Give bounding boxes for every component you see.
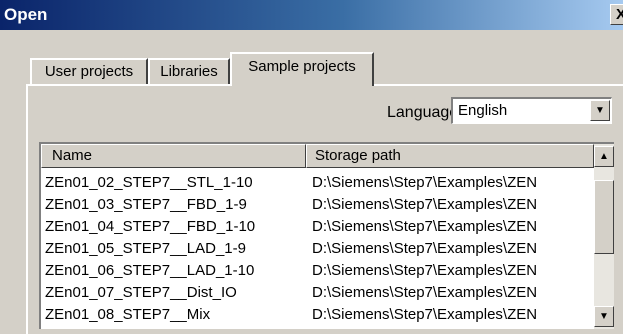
scrollbar-thumb[interactable] (594, 180, 614, 254)
close-button[interactable]: X (610, 4, 623, 25)
scroll-up-button[interactable]: ▲ (594, 146, 614, 167)
project-list[interactable]: Name Storage path ZEn01_02_STEP7__STL_1-… (39, 142, 614, 329)
language-label: Language (387, 104, 459, 121)
column-header-label: Name (52, 147, 93, 164)
chevron-down-icon: ▼ (599, 311, 609, 322)
project-path: D:\Siemens\Step7\Examples\ZEN (312, 174, 538, 191)
project-name: ZEn01_02_STEP7__STL_1-10 (45, 174, 253, 191)
project-name: ZEn01_03_STEP7__FBD_1-9 (45, 196, 247, 213)
column-header-name[interactable]: Name (41, 144, 306, 168)
tab-libraries[interactable]: Libraries (148, 58, 230, 84)
project-path: D:\Siemens\Step7\Examples\ZEN (312, 240, 538, 257)
tab-sample-projects[interactable]: Sample projects (230, 52, 374, 86)
project-name: ZEn01_07_STEP7__Dist_IO (45, 284, 237, 301)
vertical-scrollbar[interactable]: ▲ ▼ (594, 144, 614, 329)
scroll-down-button[interactable]: ▼ (594, 306, 614, 327)
column-header-label: Storage path (315, 147, 401, 164)
project-name: ZEn01_05_STEP7__LAD_1-9 (45, 240, 246, 257)
language-value: English (458, 102, 508, 119)
chevron-up-icon: ▲ (599, 151, 609, 162)
project-path: D:\Siemens\Step7\Examples\ZEN (312, 306, 538, 323)
project-path: D:\Siemens\Step7\Examples\ZEN (312, 262, 538, 279)
tab-label: User projects (44, 63, 134, 80)
project-path: D:\Siemens\Step7\Examples\ZEN (312, 284, 538, 301)
tab-label: Sample projects (248, 58, 356, 75)
project-name: ZEn01_06_STEP7__LAD_1-10 (45, 262, 255, 279)
chevron-down-icon: ▼ (595, 105, 605, 116)
project-path: D:\Siemens\Step7\Examples\ZEN (312, 196, 538, 213)
dropdown-arrow-button[interactable]: ▼ (590, 100, 610, 121)
language-dropdown[interactable]: English ▼ (451, 97, 612, 124)
close-icon: X (616, 6, 623, 23)
project-name: ZEn01_04_STEP7__FBD_1-10 (45, 218, 256, 235)
project-name: ZEn01_08_STEP7__Mix (45, 306, 211, 323)
tab-user-projects[interactable]: User projects (30, 58, 148, 84)
window-title: Open (4, 5, 48, 24)
title-bar: Open X (0, 0, 623, 30)
project-path: D:\Siemens\Step7\Examples\ZEN (312, 218, 538, 235)
tab-label: Libraries (160, 63, 218, 80)
column-header-storage-path[interactable]: Storage path (306, 144, 594, 168)
